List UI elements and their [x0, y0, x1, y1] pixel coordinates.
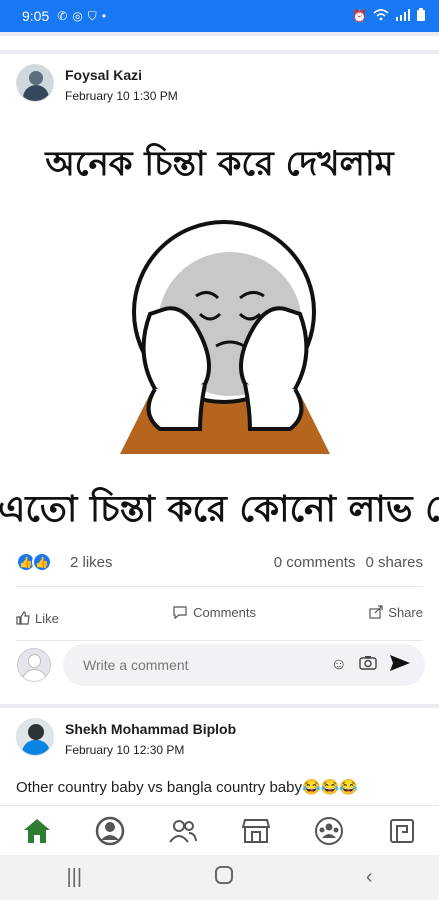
comment-composer: Write a comment ☺	[0, 642, 439, 688]
status-notification-icons: ✆ ◎ ⛉ •	[57, 9, 106, 24]
groups-icon[interactable]	[309, 811, 349, 851]
alarm-icon: ⏰	[352, 9, 367, 23]
bottom-navigation	[0, 805, 439, 855]
home-button-icon[interactable]	[214, 865, 233, 890]
battery-icon	[417, 8, 425, 24]
comment-input[interactable]: Write a comment ☺	[63, 644, 425, 686]
my-avatar	[17, 648, 51, 682]
avatar[interactable]	[16, 718, 54, 756]
like-label: Like	[35, 610, 59, 626]
sad-cartoon-illustration	[120, 220, 330, 454]
author-name[interactable]: Shekh Mohammad Biplob	[65, 721, 236, 737]
signal-icon	[395, 8, 411, 24]
friends-icon[interactable]	[163, 811, 203, 851]
post-actions: Like Comments Share	[0, 587, 439, 637]
send-icon[interactable]	[389, 654, 411, 677]
thumbs-up-icon	[16, 611, 30, 625]
status-bar: 9:05 ✆ ◎ ⛉ • ⏰	[0, 0, 439, 32]
share-icon	[369, 605, 383, 619]
pages-icon[interactable]	[382, 811, 422, 851]
shield-icon: ⛉	[87, 8, 97, 23]
back-icon[interactable]: ‹	[366, 866, 373, 889]
post-header: Foysal Kazi February 10 1:30 PM	[16, 64, 178, 103]
post-timestamp: February 10 1:30 PM	[65, 89, 178, 103]
marketplace-icon[interactable]	[236, 811, 276, 851]
phone-icon: ✆	[57, 9, 68, 23]
reaction-icons[interactable]: 👍 👍	[16, 552, 52, 572]
like-reaction-icon: 👍	[32, 552, 52, 572]
share-button[interactable]: Share	[369, 605, 423, 620]
status-system-icons: ⏰	[352, 8, 425, 24]
post-card: Shekh Mohammad Biplob February 10 12:30 …	[0, 708, 439, 808]
dot-icon: •	[101, 9, 107, 23]
system-navigation: ||| ‹	[0, 855, 439, 900]
post-header: Shekh Mohammad Biplob February 10 12:30 …	[16, 718, 236, 757]
comment-icon	[173, 605, 187, 619]
author-name[interactable]: Foysal Kazi	[65, 67, 178, 83]
post-card: Foysal Kazi February 10 1:30 PM অনেক চিন…	[0, 54, 439, 704]
likes-count[interactable]: 2 likes	[70, 554, 113, 571]
comments-label: Comments	[193, 604, 256, 620]
like-button[interactable]: Like	[16, 611, 59, 626]
reactions-summary: 👍 👍 2 likes 0 comments 0 shares	[0, 540, 439, 584]
share-label: Share	[388, 604, 423, 620]
comment-placeholder: Write a comment	[83, 657, 189, 673]
avatar[interactable]	[16, 64, 54, 102]
messenger-icon: ◎	[72, 9, 83, 23]
shares-count[interactable]: 0 shares	[365, 554, 423, 571]
recent-apps-icon[interactable]: |||	[66, 866, 82, 889]
divider	[16, 640, 423, 641]
home-icon[interactable]	[17, 811, 57, 851]
emoji-icon[interactable]: ☺	[331, 656, 347, 674]
status-time: 9:05	[22, 8, 50, 24]
comments-count[interactable]: 0 comments	[274, 554, 356, 571]
wifi-icon	[373, 8, 389, 24]
post-image[interactable]: অনেক চিন্তা করে দেখলাম এতো চিন্তা করে কো…	[0, 122, 439, 540]
post-text: Other country baby vs bangla country bab…	[16, 779, 359, 796]
meme-bottom-text: এতো চিন্তা করে কোনো লাভ নেই	[0, 488, 439, 530]
camera-icon[interactable]	[359, 655, 377, 675]
previous-card-edge	[0, 36, 439, 50]
post-timestamp: February 10 12:30 PM	[65, 743, 185, 757]
comments-button[interactable]: Comments	[172, 605, 256, 620]
profile-icon[interactable]	[90, 811, 130, 851]
